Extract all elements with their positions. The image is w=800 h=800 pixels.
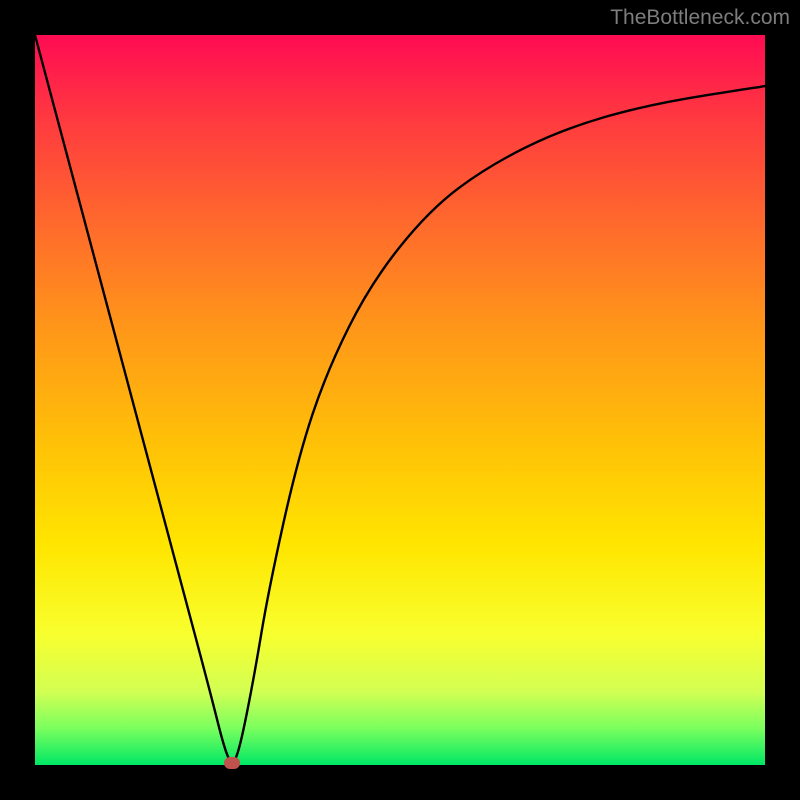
optimal-point-marker bbox=[224, 757, 240, 769]
curve-svg bbox=[35, 35, 765, 765]
watermark-text: TheBottleneck.com bbox=[610, 6, 790, 30]
plot-area bbox=[35, 35, 765, 765]
chart-frame: TheBottleneck.com bbox=[0, 0, 800, 800]
bottleneck-curve-path bbox=[35, 35, 765, 761]
